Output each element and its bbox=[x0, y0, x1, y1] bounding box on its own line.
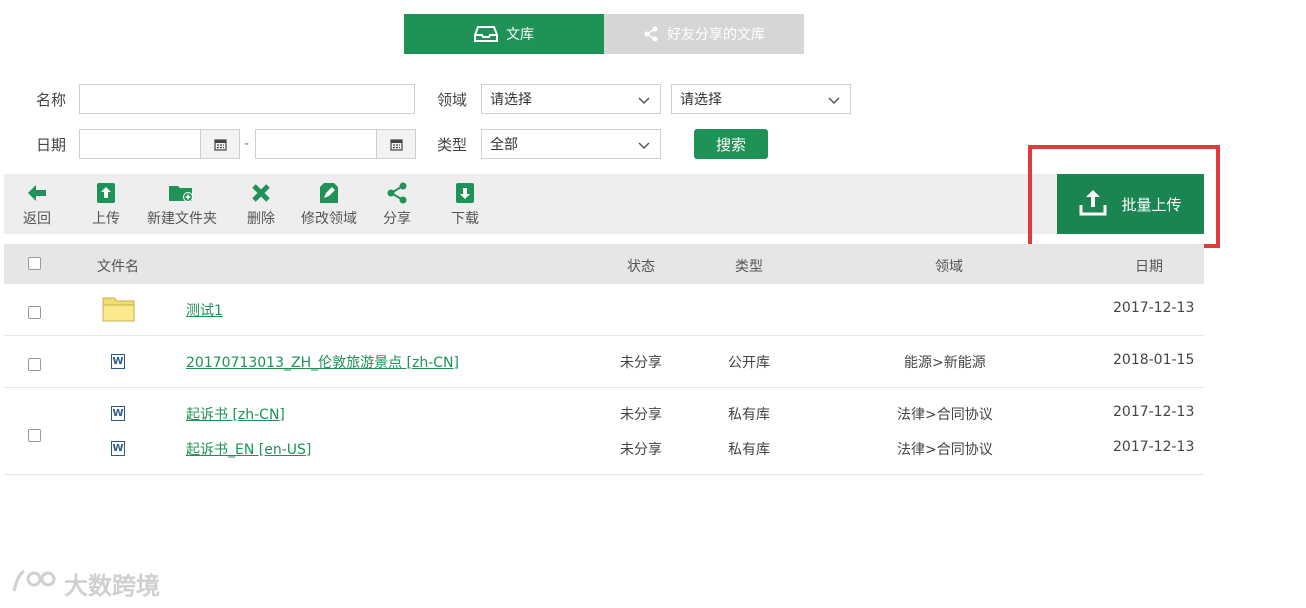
file-name-link[interactable]: 起诉书_EN [en-US] bbox=[186, 439, 311, 459]
name-field-wrap bbox=[79, 84, 415, 114]
search-button[interactable]: 搜索 bbox=[694, 129, 768, 159]
delete-icon bbox=[251, 182, 271, 204]
row-status: 未分享 bbox=[620, 442, 662, 458]
download-icon bbox=[456, 182, 474, 204]
file-name-link[interactable]: 测试1 bbox=[186, 300, 223, 320]
row-type: 私有库 bbox=[728, 407, 770, 423]
arrow-left-icon bbox=[26, 182, 48, 204]
back-button[interactable]: 返回 bbox=[23, 182, 51, 228]
row-status: 未分享 bbox=[620, 355, 662, 371]
row-checkbox[interactable] bbox=[28, 306, 41, 319]
row-domain: 法律>合同协议 bbox=[897, 442, 993, 458]
row-domain: 法律>合同协议 bbox=[897, 407, 993, 423]
watermark-text: 大数跨境 bbox=[64, 572, 160, 600]
chevron-down-icon bbox=[638, 94, 650, 110]
upload-icon bbox=[97, 182, 115, 204]
delete-label: 删除 bbox=[247, 211, 275, 227]
date-label: 日期 bbox=[36, 136, 67, 154]
date-to-input[interactable] bbox=[256, 130, 376, 158]
date-to-group bbox=[255, 129, 416, 159]
upload-button[interactable]: 上传 bbox=[92, 182, 120, 228]
watermark-logo bbox=[10, 567, 58, 601]
back-label: 返回 bbox=[23, 211, 51, 227]
header-type: 类型 bbox=[735, 259, 763, 275]
row-checkbox[interactable] bbox=[28, 429, 41, 442]
table-row: W 20170713013_ZH_伦敦旅游景点 [zh-CN] 未分享 公开库 … bbox=[4, 336, 1204, 388]
edit-domain-button[interactable]: 修改领域 bbox=[301, 182, 357, 228]
watermark: 大数跨境 bbox=[10, 566, 160, 601]
share-button[interactable]: 分享 bbox=[383, 182, 411, 228]
upload-label: 上传 bbox=[92, 211, 120, 227]
word-doc-icon: W bbox=[111, 441, 125, 456]
row-domain: 能源>新能源 bbox=[904, 355, 986, 371]
row-type: 私有库 bbox=[728, 442, 770, 458]
table-row-group: W 起诉书 [zh-CN] 未分享 私有库 法律>合同协议 2017-12-13… bbox=[4, 388, 1204, 475]
tab-library-label: 文库 bbox=[506, 27, 534, 43]
domain-select-2-value: 请选择 bbox=[680, 92, 722, 108]
select-all-checkbox[interactable] bbox=[28, 257, 41, 270]
header-filename: 文件名 bbox=[97, 259, 139, 275]
name-input[interactable] bbox=[80, 85, 414, 113]
share-icon bbox=[643, 26, 659, 42]
domain-select-2[interactable]: 请选择 bbox=[671, 84, 851, 114]
download-label: 下载 bbox=[451, 211, 479, 227]
tab-friends-shared[interactable]: 好友分享的文库 bbox=[604, 14, 804, 54]
toolbar: 返回 上传 新建文件夹 删除 修改领域 分享 下载 bbox=[4, 174, 1204, 234]
tab-friends-shared-label: 好友分享的文库 bbox=[667, 27, 765, 43]
tab-library[interactable]: 文库 bbox=[404, 14, 604, 54]
table-row: 测试1 2017-12-13 bbox=[4, 284, 1204, 336]
table-header: 文件名 状态 类型 领域 日期 bbox=[4, 244, 1204, 284]
inbox-icon bbox=[474, 25, 498, 43]
chevron-down-icon bbox=[638, 139, 650, 155]
domain-select-1[interactable]: 请选择 bbox=[481, 84, 661, 114]
date-separator: - bbox=[244, 136, 250, 152]
new-folder-label: 新建文件夹 bbox=[147, 211, 217, 227]
date-from-input[interactable] bbox=[80, 130, 200, 158]
header-domain: 领域 bbox=[935, 259, 963, 275]
edit-icon bbox=[320, 182, 338, 204]
header-date: 日期 bbox=[1135, 259, 1163, 275]
calendar-icon[interactable] bbox=[376, 130, 415, 158]
type-label: 类型 bbox=[437, 136, 468, 154]
row-date: 2018-01-15 bbox=[1113, 352, 1195, 368]
edit-domain-label: 修改领域 bbox=[301, 211, 357, 227]
date-from-group bbox=[79, 129, 240, 159]
new-folder-icon bbox=[169, 182, 195, 204]
file-name-link[interactable]: 起诉书 [zh-CN] bbox=[186, 404, 285, 424]
highlight-box bbox=[1028, 145, 1220, 248]
download-button[interactable]: 下载 bbox=[451, 182, 479, 228]
row-date: 2017-12-13 bbox=[1113, 404, 1195, 420]
folder-icon bbox=[102, 296, 136, 326]
domain-select-1-value: 请选择 bbox=[490, 92, 532, 108]
new-folder-button[interactable]: 新建文件夹 bbox=[147, 182, 217, 228]
domain-label: 领域 bbox=[437, 91, 468, 109]
file-name-link[interactable]: 20170713013_ZH_伦敦旅游景点 [zh-CN] bbox=[186, 352, 459, 372]
row-status: 未分享 bbox=[620, 407, 662, 423]
row-date: 2017-12-13 bbox=[1113, 439, 1195, 455]
calendar-icon[interactable] bbox=[200, 130, 239, 158]
word-doc-icon: W bbox=[111, 354, 125, 369]
type-select-value: 全部 bbox=[490, 137, 518, 153]
row-type: 公开库 bbox=[728, 355, 770, 371]
delete-button[interactable]: 删除 bbox=[247, 182, 275, 228]
share-icon bbox=[386, 182, 408, 204]
header-status: 状态 bbox=[627, 259, 655, 275]
chevron-down-icon bbox=[828, 94, 840, 110]
row-date: 2017-12-13 bbox=[1113, 300, 1195, 316]
row-checkbox[interactable] bbox=[28, 358, 41, 371]
library-tabs: 文库 好友分享的文库 bbox=[404, 14, 804, 54]
name-label: 名称 bbox=[36, 91, 67, 109]
share-label: 分享 bbox=[383, 211, 411, 227]
word-doc-icon: W bbox=[111, 406, 125, 421]
type-select[interactable]: 全部 bbox=[481, 129, 661, 159]
